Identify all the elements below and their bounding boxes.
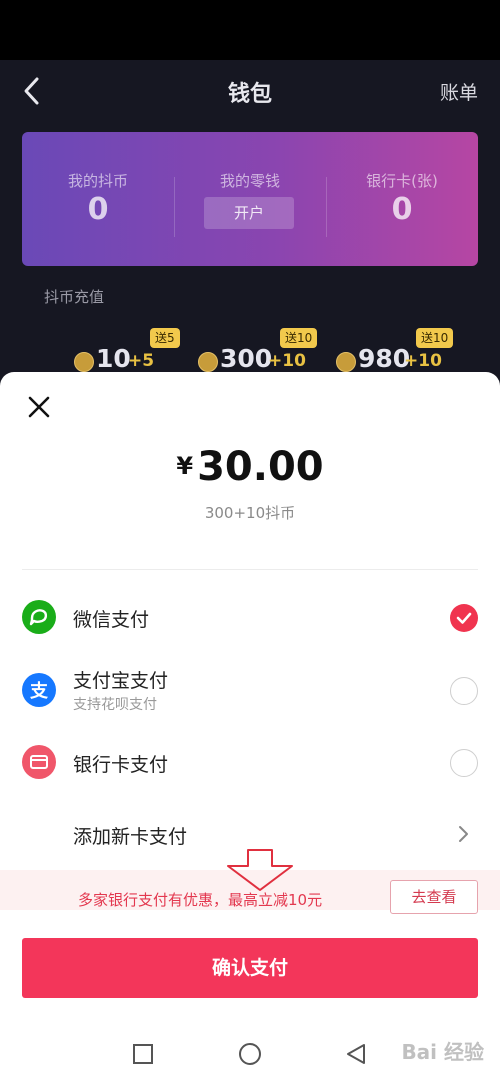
radio-checked[interactable] [450, 604, 478, 632]
coin-icon [74, 352, 94, 372]
balance-card: 我的抖币 0 我的零钱 开户 银行卡(张) 0 [22, 132, 478, 266]
close-icon[interactable] [26, 394, 52, 420]
down-arrow-annotation-icon [220, 848, 300, 892]
recharge-title: 抖币充值 [44, 288, 105, 306]
view-promo-button[interactable]: 去查看 [390, 880, 478, 914]
currency-symbol: ¥ [176, 452, 194, 480]
payment-method-sub: 支持花呗支付 [73, 697, 157, 713]
coin-icon [198, 352, 218, 372]
recent-apps-icon[interactable] [131, 1042, 155, 1066]
amount-description: 300+10抖币 [204, 504, 296, 522]
recharge-amount: 980 [358, 344, 411, 373]
radio-unchecked[interactable] [450, 749, 478, 777]
promo-text: 多家银行支付有优惠，最高立减10元 [78, 891, 323, 909]
payment-method-alipay[interactable]: 支 支付宝支付 支持花呗支付 [0, 660, 500, 720]
radio-unchecked[interactable] [450, 677, 478, 705]
confirm-pay-button[interactable]: 确认支付 [22, 938, 478, 998]
bonus-badge: 送10 [280, 328, 318, 348]
add-card-label: 添加新卡支付 [73, 826, 188, 848]
bonus-badge: 送5 [150, 328, 180, 348]
recharge-amount: 300 [220, 344, 273, 373]
payment-method-label: 支付宝支付 [73, 670, 169, 692]
recharge-option[interactable]: 300 +10 送10 [198, 328, 318, 376]
alipay-icon: 支 [22, 673, 56, 707]
payment-method-label: 银行卡支付 [73, 754, 169, 776]
bank-card-icon [22, 745, 56, 779]
svg-text:支: 支 [29, 680, 49, 702]
home-icon[interactable] [238, 1042, 262, 1066]
system-navigation-bar: Bai 经验 [0, 1020, 500, 1084]
coin-balance-value: 0 [87, 192, 109, 227]
bonus-badge: 送10 [416, 328, 454, 348]
bank-card-label: 银行卡(张) [366, 172, 438, 190]
recharge-option[interactable]: 10 +5 送5 [74, 328, 184, 376]
payment-amount: ¥30.00 [0, 444, 500, 490]
coin-icon [336, 352, 356, 372]
coin-balance-label: 我的抖币 [67, 172, 128, 190]
recharge-bonus: +10 [268, 351, 306, 371]
bill-link[interactable]: 账单 [440, 78, 478, 105]
recharge-bonus: +10 [404, 351, 442, 371]
change-balance: 我的零钱 开户 [174, 132, 326, 266]
recharge-option[interactable]: 980 +10 送10 [336, 328, 466, 376]
amount-value: 30.00 [197, 444, 324, 490]
change-label: 我的零钱 [219, 172, 280, 190]
divider [22, 569, 478, 570]
baidu-watermark: Bai 经验 [401, 1040, 484, 1064]
chevron-right-icon [456, 824, 470, 844]
open-account-button[interactable]: 开户 [204, 197, 294, 229]
wechat-pay-icon [22, 600, 56, 634]
page-title: 钱包 [227, 82, 272, 107]
payment-method-wechat[interactable]: 微信支付 [0, 587, 500, 647]
payment-sheet: ¥30.00 300+10抖币 微信支付 支 支付宝支付 支持花呗支付 银行卡支… [0, 372, 500, 1084]
coin-balance[interactable]: 我的抖币 0 [22, 132, 174, 266]
payment-method-bank[interactable]: 银行卡支付 [0, 732, 500, 792]
status-bar [0, 0, 500, 60]
bank-card-value: 0 [391, 192, 413, 227]
recharge-amount: 10 [96, 344, 131, 373]
bank-card-count[interactable]: 银行卡(张) 0 [326, 132, 478, 266]
back-nav-icon[interactable] [344, 1042, 368, 1066]
recharge-bonus: +5 [128, 351, 155, 371]
wallet-header: 钱包 账单 [0, 60, 500, 122]
payment-method-label: 微信支付 [73, 609, 150, 631]
